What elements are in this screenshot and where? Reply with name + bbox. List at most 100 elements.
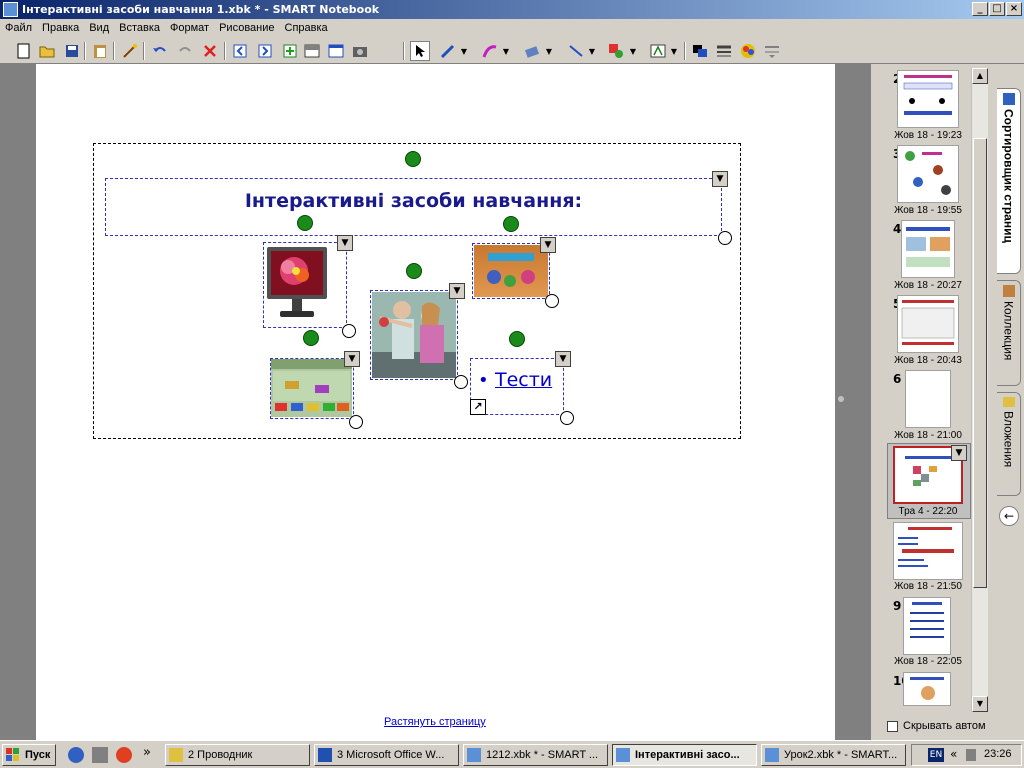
monitor-image <box>266 245 328 324</box>
separator <box>684 42 686 60</box>
speaker-icon[interactable] <box>966 749 976 761</box>
autohide-checkbox[interactable] <box>887 721 898 732</box>
children-menu-handle[interactable]: ▼ <box>449 283 465 299</box>
page-thumbnail-9[interactable] <box>903 597 951 655</box>
close-button[interactable]: × <box>1006 2 1022 16</box>
add-page-icon[interactable] <box>280 41 300 61</box>
menu-view[interactable]: Вид <box>84 19 114 38</box>
previous-page-icon[interactable] <box>230 41 250 61</box>
color-palette-icon[interactable] <box>738 41 758 61</box>
pen-dropdown-icon[interactable]: ▼ <box>458 41 470 61</box>
scroll-up-button[interactable]: ▲ <box>972 68 988 84</box>
menu-help[interactable]: Справка <box>280 19 333 38</box>
undo-icon[interactable] <box>150 41 170 61</box>
minimize-button[interactable]: _ <box>972 2 988 16</box>
monitor-resize-handle[interactable] <box>342 324 356 338</box>
page-thumbnail-6[interactable] <box>905 370 951 428</box>
workspace-margin-right <box>835 64 871 740</box>
azbuka-resize-handle[interactable] <box>545 294 559 308</box>
page-sorter-scrollbar[interactable]: ▲ ▼ <box>971 68 988 712</box>
text-tool-icon[interactable] <box>648 41 668 61</box>
text-tool-dropdown-icon[interactable]: ▼ <box>668 41 680 61</box>
taskbar-button-smart-1212[interactable]: 1212.xbk * - SMART ... <box>463 744 608 766</box>
children-resize-handle[interactable] <box>454 375 468 389</box>
line-style-icon[interactable] <box>714 41 734 61</box>
tab-gallery[interactable]: Коллекция <box>997 280 1021 386</box>
menu-draw[interactable]: Рисование <box>214 19 279 38</box>
creative-pen-icon[interactable] <box>480 41 500 61</box>
taskbar-button-smart-active[interactable]: Інтерактивні засо... <box>612 744 757 766</box>
page-thumbnail-10[interactable] <box>903 672 951 706</box>
taskbar-button-word[interactable]: 3 Microsoft Office W... <box>314 744 459 766</box>
full-screen-icon[interactable] <box>326 41 346 61</box>
camera-icon[interactable] <box>350 41 370 61</box>
game-menu-handle[interactable]: ▼ <box>344 351 360 367</box>
page-thumbnail-5[interactable] <box>897 295 959 353</box>
eraser-icon[interactable] <box>522 41 542 61</box>
collapse-panel-icon[interactable]: ← <box>999 506 1019 526</box>
taskbar-button-smart-urok2[interactable]: Урок2.xbk * - SMART... <box>761 744 906 766</box>
open-folder-icon[interactable] <box>37 41 57 61</box>
screen-shade-icon[interactable] <box>302 41 322 61</box>
select-arrow-icon[interactable] <box>410 41 430 61</box>
pen-icon[interactable] <box>438 41 458 61</box>
creative-pen-dropdown-icon[interactable]: ▼ <box>500 41 512 61</box>
transparency-icon[interactable] <box>762 41 782 61</box>
tests-link[interactable]: Тести <box>495 369 552 391</box>
expand-page-link[interactable]: Растянуть страницу <box>384 716 486 728</box>
group-rotate-handle[interactable] <box>405 151 421 167</box>
taskbar-button-explorer[interactable]: 2 Проводник <box>165 744 310 766</box>
scroll-down-button[interactable]: ▼ <box>972 696 988 712</box>
page-label: Жов 18 - 20:27 <box>894 280 962 291</box>
quicklaunch-icon[interactable] <box>68 747 84 763</box>
game-rotate-handle[interactable] <box>303 330 319 346</box>
monitor-rotate-handle[interactable] <box>297 215 313 231</box>
tests-menu-handle[interactable]: ▼ <box>555 351 571 367</box>
clock[interactable]: 23:26 <box>984 748 1012 760</box>
delete-icon[interactable] <box>200 41 220 61</box>
quicklaunch-icon[interactable] <box>92 747 108 763</box>
menu-insert[interactable]: Вставка <box>114 19 165 38</box>
maximize-button[interactable]: □ <box>989 2 1005 16</box>
link-arrow-icon[interactable]: ↗ <box>470 399 486 415</box>
menu-edit[interactable]: Правка <box>37 19 84 38</box>
tab-page-sorter[interactable]: Сортировщик страниц <box>997 88 1021 274</box>
eraser-dropdown-icon[interactable]: ▼ <box>543 41 555 61</box>
menu-file[interactable]: Файл <box>0 19 37 38</box>
new-page-icon[interactable] <box>14 41 34 61</box>
monitor-menu-handle[interactable]: ▼ <box>337 235 353 251</box>
redo-icon[interactable] <box>175 41 195 61</box>
tray-expand-icon[interactable]: « <box>950 747 957 761</box>
magic-wand-icon[interactable] <box>120 41 140 61</box>
system-tray: EN « 23:26 <box>911 744 1022 766</box>
children-rotate-handle[interactable] <box>406 263 422 279</box>
azbuka-rotate-handle[interactable] <box>503 216 519 232</box>
start-button[interactable]: Пуск <box>2 744 56 766</box>
title-menu-handle[interactable]: ▼ <box>712 171 728 187</box>
splitter-grip[interactable] <box>838 396 844 402</box>
paste-icon[interactable] <box>90 41 110 61</box>
game-resize-handle[interactable] <box>349 415 363 429</box>
menu-format[interactable]: Формат <box>165 19 214 38</box>
azbuka-menu-handle[interactable]: ▼ <box>540 237 556 253</box>
quicklaunch-icon[interactable] <box>116 747 132 763</box>
scroll-thumb[interactable] <box>973 138 987 588</box>
tests-rotate-handle[interactable] <box>509 331 525 347</box>
shapes-dropdown-icon[interactable]: ▼ <box>627 41 639 61</box>
shapes-icon[interactable] <box>606 41 626 61</box>
tab-attachments[interactable]: Вложения <box>997 392 1021 496</box>
next-page-icon[interactable] <box>255 41 275 61</box>
line-dropdown-icon[interactable]: ▼ <box>586 41 598 61</box>
language-indicator[interactable]: EN <box>928 748 944 762</box>
page-thumbnail-2[interactable] <box>897 70 959 128</box>
page-7-menu-handle[interactable]: ▼ <box>951 445 967 461</box>
title-resize-handle[interactable] <box>718 231 732 245</box>
quicklaunch-overflow[interactable]: » <box>143 745 151 760</box>
tests-resize-handle[interactable] <box>560 411 574 425</box>
line-icon[interactable] <box>566 41 586 61</box>
page-thumbnail-8[interactable] <box>893 522 963 580</box>
page-thumbnail-4[interactable] <box>901 220 955 278</box>
fill-color-icon[interactable] <box>690 41 710 61</box>
save-icon[interactable] <box>62 41 82 61</box>
page-thumbnail-3[interactable] <box>897 145 959 203</box>
